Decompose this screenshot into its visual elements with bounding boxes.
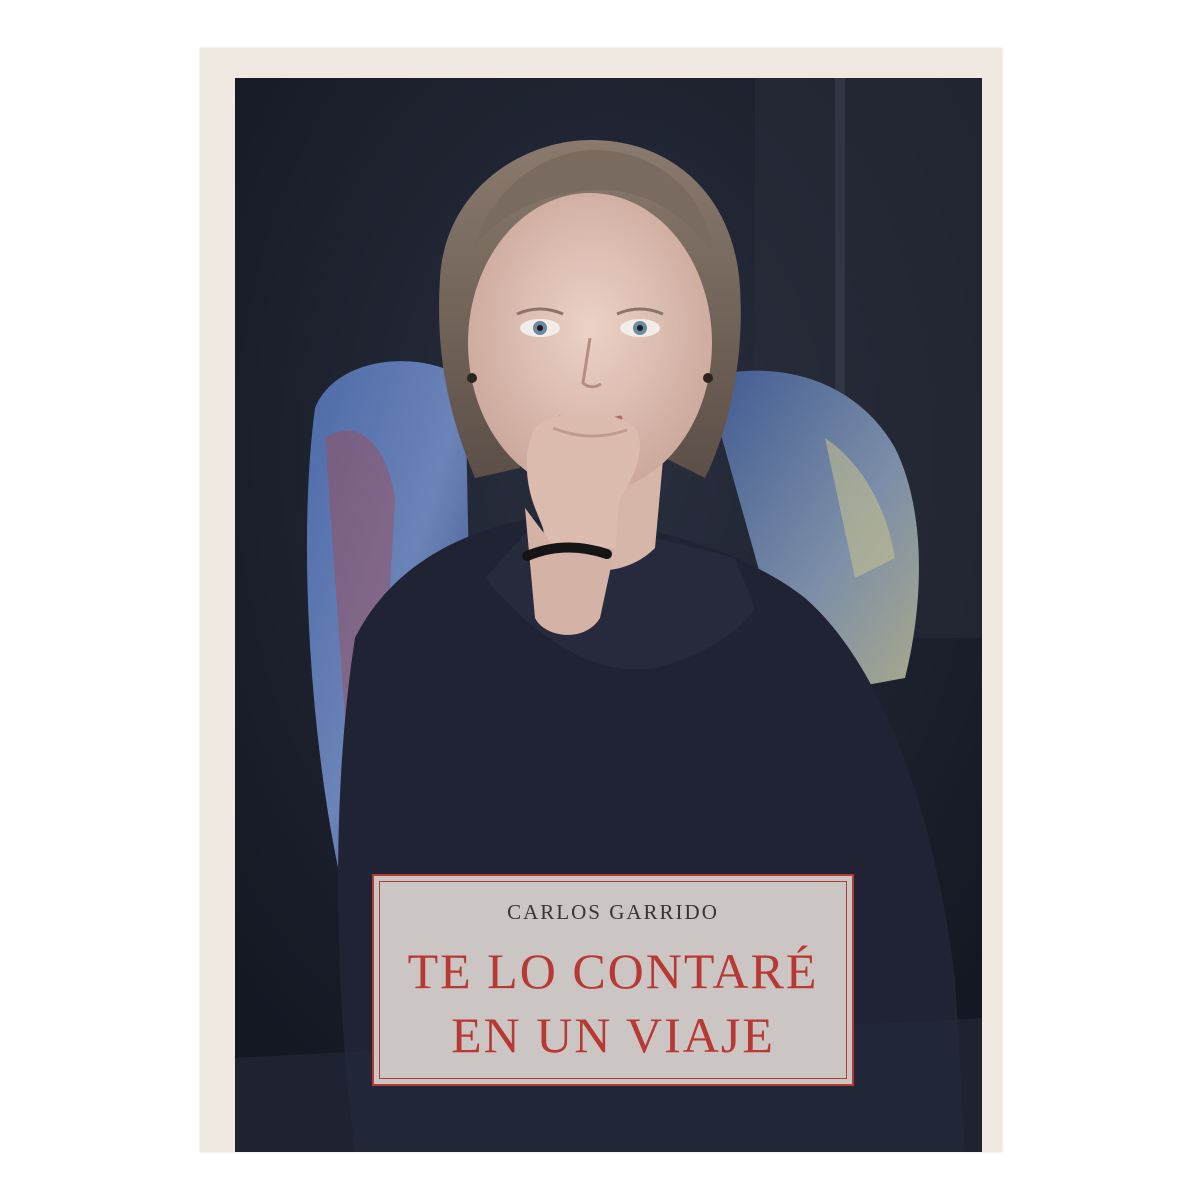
author-name: CARLOS GARRIDO	[507, 900, 719, 924]
product-image: CARLOS GARRIDO TE LO CONTARÉ EN UN VIAJE	[0, 0, 1200, 1200]
title-label: CARLOS GARRIDO TE LO CONTARÉ EN UN VIAJE	[372, 874, 854, 1086]
book-title-line-2: EN UN VIAJE	[451, 1007, 775, 1063]
book-title-line-1: TE LO CONTARÉ	[407, 943, 819, 999]
book-cover: CARLOS GARRIDO TE LO CONTARÉ EN UN VIAJE	[200, 48, 1002, 1152]
